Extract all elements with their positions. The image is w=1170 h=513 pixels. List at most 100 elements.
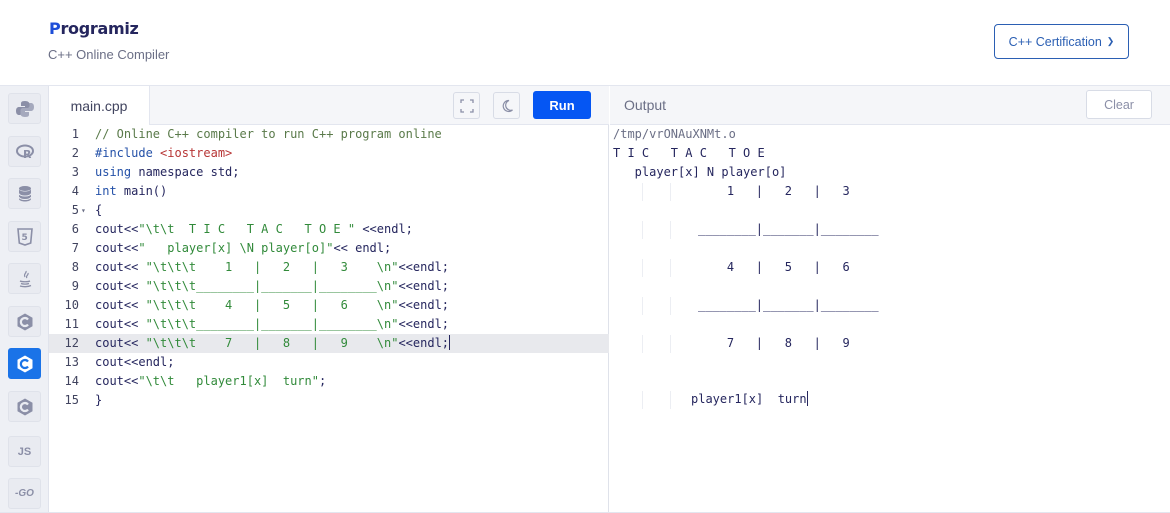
output-line: ________|_______|________ — [698, 222, 879, 236]
code-line[interactable]: 5 ▾ { — [49, 201, 609, 220]
fullscreen-button[interactable] — [453, 92, 480, 119]
clear-button[interactable]: Clear — [1086, 90, 1152, 119]
code-token: cout<< — [95, 374, 139, 388]
sidebar-item-js[interactable]: JS — [8, 436, 41, 467]
go-icon: -GO — [15, 488, 34, 499]
database-icon — [18, 185, 31, 201]
tab-guide — [642, 221, 643, 239]
code-line[interactable]: 10 cout<< "\t\t\t 4 | 5 | 6 \n"<<endl; — [49, 296, 609, 315]
sidebar-item-r[interactable]: R — [8, 136, 41, 167]
line-number: 1 — [71, 127, 79, 141]
code-text: #include <iostream> — [95, 144, 232, 163]
code-line[interactable]: 8 cout<< "\t\t\t 1 | 2 | 3 \n"<<endl; — [49, 258, 609, 277]
line-number: 8 — [71, 260, 79, 274]
svg-text:5: 5 — [21, 233, 27, 243]
code-line-active[interactable]: 12 cout<< "\t\t\t 7 | 8 | 9 \n"<<endl; — [49, 334, 609, 353]
tab-guide — [670, 297, 671, 315]
output-toolbar: Output Clear — [610, 86, 1170, 125]
code-token: <<endl; — [355, 222, 413, 236]
code-token: cout<< — [95, 298, 146, 312]
output-line: player1[x] turn — [691, 390, 808, 409]
output-text: player1[x] turn — [691, 392, 807, 406]
sidebar-item-html[interactable]: 5 — [8, 221, 41, 252]
header: Programiz C++ Online Compiler C++ Certif… — [0, 0, 1170, 86]
sidebar-item-python[interactable] — [8, 93, 41, 124]
tab-guide — [642, 297, 643, 315]
logo-initial: P — [49, 19, 61, 38]
cpp-certification-button[interactable]: C++ Certification ❯ — [994, 24, 1129, 59]
line-number: 15 — [64, 393, 79, 407]
svg-text:R: R — [23, 148, 32, 161]
code-line[interactable]: 3 using namespace std; — [49, 163, 609, 182]
code-token: main() — [116, 184, 168, 198]
line-number: 9 — [71, 279, 79, 293]
csharp-icon — [17, 398, 32, 415]
output-console[interactable]: /tmp/vrONAuXNMt.o T I C T A C T O E play… — [610, 125, 1170, 513]
output-line: 1 | 2 | 3 — [698, 184, 850, 198]
sidebar-item-cpp[interactable] — [8, 348, 41, 379]
code-editor[interactable]: 1 // Online C++ compiler to run C++ progr… — [49, 125, 609, 513]
code-string: "\t\t\t 1 | 2 | 3 \n" — [145, 260, 399, 274]
line-number: 13 — [64, 355, 79, 369]
code-text: cout<<endl; — [95, 355, 175, 369]
programiz-logo[interactable]: Programiz — [49, 19, 139, 38]
output-line: 4 | 5 | 6 — [698, 260, 850, 274]
js-icon: JS — [17, 445, 32, 458]
run-button[interactable]: Run — [533, 91, 591, 119]
text-cursor — [806, 391, 808, 406]
sidebar-item-go[interactable]: -GO — [8, 478, 41, 509]
code-token: using — [95, 165, 132, 179]
line-number: 10 — [64, 298, 79, 312]
code-text: cout<< "\t\t\t 7 | 8 | 9 \n"<<endl; — [95, 334, 451, 353]
code-line[interactable]: 15} — [49, 391, 609, 410]
code-text: cout<<" player[x] \N player[o]"<< endl; — [95, 239, 391, 258]
code-line[interactable]: 13 cout<<endl; — [49, 353, 609, 372]
dark-mode-button[interactable] — [493, 92, 520, 119]
code-token: cout<< — [95, 222, 139, 236]
code-string: "\t\t\t________|_______|________\n" — [145, 279, 399, 293]
code-token: <<endl; — [398, 336, 450, 350]
fold-arrow-icon[interactable]: ▾ — [81, 201, 86, 220]
sidebar-item-csharp[interactable] — [8, 391, 41, 422]
sidebar-item-java[interactable] — [8, 263, 41, 294]
code-line[interactable]: 7 cout<<" player[x] \N player[o]"<< endl; — [49, 239, 609, 258]
code-string: "\t\t player1[x] turn" — [138, 374, 319, 388]
code-text: } — [95, 393, 103, 407]
code-line[interactable]: 9 cout<< "\t\t\t________|_______|________… — [49, 277, 609, 296]
tab-guide — [642, 335, 643, 353]
code-token: << endl; — [333, 241, 392, 255]
line-number: 2 — [71, 146, 79, 160]
code-line[interactable]: 1 // Online C++ compiler to run C++ progr… — [49, 125, 609, 144]
python-icon — [15, 100, 34, 117]
code-token: cout<< — [95, 260, 146, 274]
logo-text: rogramiz — [60, 19, 139, 38]
output-title: Output — [624, 97, 667, 113]
sidebar-item-sql[interactable] — [8, 178, 41, 209]
code-line[interactable]: 2 #include <iostream> — [49, 144, 609, 163]
text-cursor — [449, 335, 451, 350]
editor-toolbar: main.cpp Run — [49, 86, 609, 125]
tab-guide — [670, 183, 671, 201]
tab-guide — [670, 221, 671, 239]
tab-guide — [670, 391, 671, 409]
output-path: /tmp/vrONAuXNMt.o — [613, 127, 736, 141]
code-line[interactable]: 11 cout<< "\t\t\t________|_______|_______… — [49, 315, 609, 334]
code-token: #include — [95, 146, 153, 160]
page-subtitle: C++ Online Compiler — [48, 47, 170, 62]
sidebar-item-c[interactable] — [8, 306, 41, 337]
code-text: cout<< "\t\t\t________|_______|________\… — [95, 277, 449, 296]
code-token: cout<< — [95, 279, 146, 293]
code-line[interactable]: 6 cout<<"\t\t T I C T A C T O E " <<endl; — [49, 220, 609, 239]
code-string: "\t\t T I C T A C T O E " — [138, 222, 356, 236]
code-text: cout<<"\t\t T I C T A C T O E " <<endl; — [95, 220, 413, 239]
code-line[interactable]: 4 int main() — [49, 182, 609, 201]
line-number: 14 — [64, 374, 79, 388]
line-number: 7 — [71, 241, 79, 255]
code-text: // Online C++ compiler to run C++ progra… — [95, 127, 442, 141]
line-number: 4 — [71, 184, 79, 198]
code-text: using namespace std; — [95, 163, 240, 182]
tab-main-cpp[interactable]: main.cpp — [49, 86, 150, 125]
code-line[interactable]: 14 cout<<"\t\t player1[x] turn"; — [49, 372, 609, 391]
line-number: 11 — [64, 317, 79, 331]
code-text: int main() — [95, 182, 167, 201]
